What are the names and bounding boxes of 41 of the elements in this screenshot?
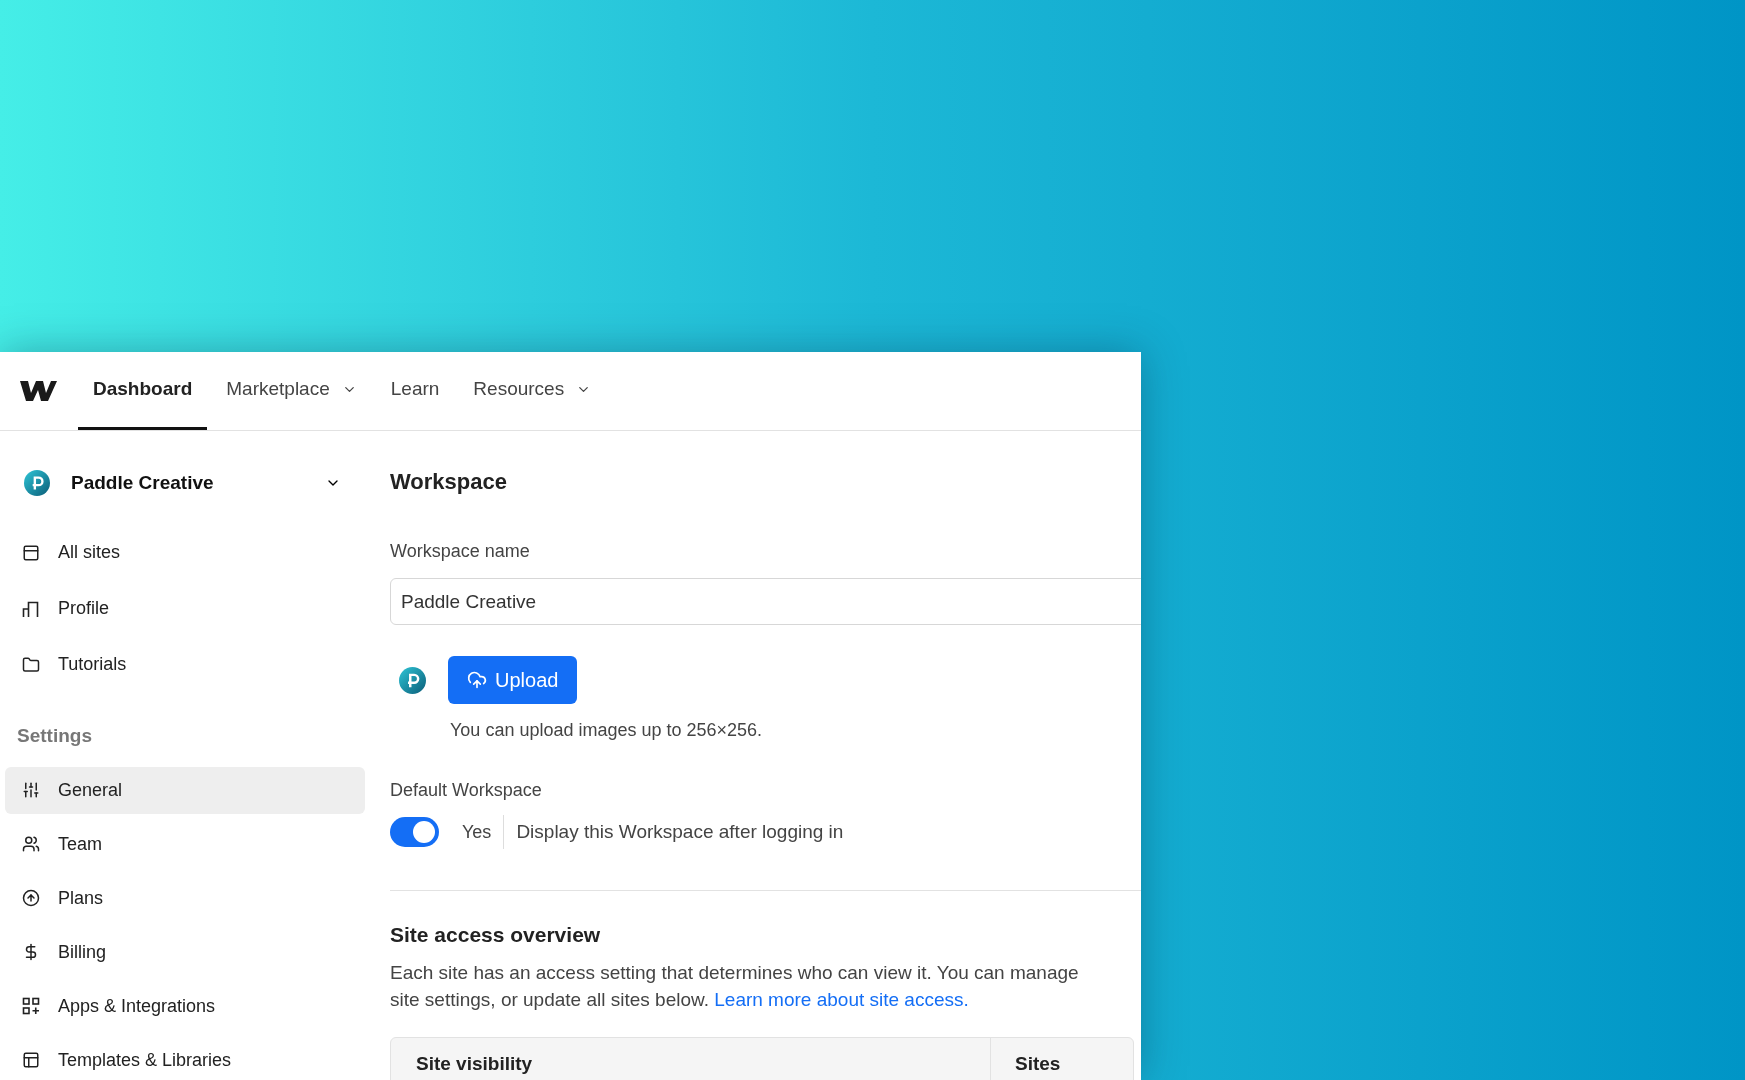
layout-icon: [22, 1051, 40, 1069]
section-heading: Settings: [16, 724, 93, 748]
sidebar-item[interactable]: Profile: [5, 585, 365, 632]
apps-grid-icon: [22, 997, 40, 1015]
workspace-name-field[interactable]: Paddle Creative: [390, 578, 1141, 625]
sidebar-item[interactable]: All sites: [5, 529, 365, 576]
cloud-upload-icon: [467, 670, 487, 690]
window-icon: [22, 543, 40, 562]
folder-icon: [22, 655, 40, 674]
sidebar-item[interactable]: Team: [5, 820, 365, 868]
section-description: Each site has an access setting that determines who can view it. You can manage site settings, or update all sites below. Learn more about site access.: [390, 960, 1080, 1012]
workspace-switcher[interactable]: Paddle Creative: [5, 458, 365, 508]
toggle-switch[interactable]: [390, 817, 439, 847]
section-title: Site access overview: [390, 922, 602, 948]
workspace-avatar-icon: [24, 470, 50, 496]
sidebar-item[interactable]: Tutorials: [5, 641, 365, 688]
page-title: Workspace: [390, 468, 508, 496]
upgrade-icon: [22, 889, 40, 907]
learn-more-link[interactable]: Learn more about site access.: [714, 988, 969, 1010]
profile-icon: [22, 599, 40, 618]
field-label: Workspace name: [390, 540, 531, 563]
sidebar-item[interactable]: General: [5, 766, 365, 814]
sidebar-item[interactable]: Plans: [5, 874, 365, 922]
upload-button[interactable]: Upload: [448, 656, 578, 704]
logo-icon: [20, 380, 57, 402]
workspace-avatar-icon: [399, 666, 426, 694]
nav-tab[interactable]: Dashboard: [78, 352, 208, 430]
nav-tab[interactable]: Learn: [375, 352, 455, 430]
column-header: Site visibility: [391, 1037, 991, 1080]
sidebar-item[interactable]: Templates & Libraries: [5, 1036, 365, 1080]
team-icon: [22, 835, 40, 853]
field-label: Default Workspace: [390, 779, 543, 802]
toggle-state: Yes: [462, 815, 505, 849]
nav-tab[interactable]: Resources: [458, 352, 607, 430]
upload-hint: You can upload images up to 256×256.: [450, 719, 764, 742]
sliders-icon: [22, 781, 40, 799]
sidebar-item[interactable]: Apps & Integrations: [5, 982, 365, 1030]
column-header: Sites: [1014, 1051, 1062, 1076]
nav-tab[interactable]: Marketplace: [211, 352, 372, 430]
sidebar-item[interactable]: Billing: [5, 928, 365, 976]
toggle-description: Display this Workspace after logging in: [516, 819, 844, 844]
